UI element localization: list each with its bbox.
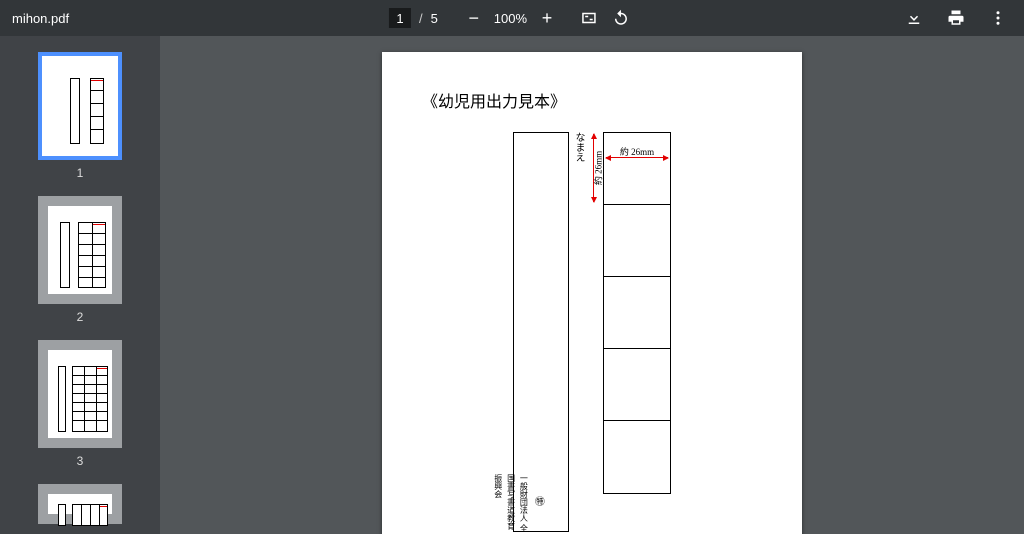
filename: mihon.pdf — [12, 11, 69, 26]
pdf-page: 《幼児用出力見本》 ㊕ 一般財団法人 全国書写書道教育振興会 なまえ — [382, 52, 802, 534]
thumbnail-sidebar[interactable]: 1 2 — [0, 36, 160, 534]
pdf-toolbar: mihon.pdf / 5 − 100% + — [0, 0, 1024, 36]
fit-page-button[interactable] — [575, 4, 603, 32]
zoom-out-button[interactable]: − — [460, 4, 488, 32]
print-icon — [947, 9, 965, 27]
thumbnail-label: 1 — [77, 166, 84, 180]
page-count: 5 — [431, 11, 438, 26]
name-label: なまえ — [571, 132, 586, 162]
page-viewport[interactable]: 《幼児用出力見本》 ㊕ 一般財団法人 全国書写書道教育振興会 なまえ — [160, 36, 1024, 534]
horizontal-dimension-arrow — [606, 157, 668, 158]
toolbar-center: / 5 − 100% + — [389, 0, 635, 36]
toolbar-right — [900, 4, 1012, 32]
document-title: 《幼児用出力見本》 — [422, 88, 762, 112]
page-separator: / — [419, 11, 423, 26]
thumbnail-1[interactable]: 1 — [38, 52, 122, 180]
download-button[interactable] — [900, 4, 928, 32]
fit-page-icon — [580, 9, 598, 27]
thumbnail-label: 2 — [77, 310, 84, 324]
thumbnail-3[interactable]: 3 — [38, 340, 122, 468]
rotate-icon — [612, 9, 630, 27]
zoom-level: 100% — [494, 11, 527, 26]
grid-cell — [604, 421, 670, 493]
grid-cell — [604, 277, 670, 349]
grid-cell: 約 26mm — [604, 133, 670, 205]
thumbnail-2[interactable]: 2 — [38, 196, 122, 324]
page-number-input[interactable] — [389, 8, 411, 28]
boxes-area: ㊕ 一般財団法人 全国書写書道教育振興会 なまえ 約 26mm — [382, 132, 802, 532]
name-column-box — [513, 132, 569, 532]
thumbnail-label: 3 — [77, 454, 84, 468]
grid-cell — [604, 205, 670, 277]
download-icon — [905, 9, 923, 27]
zoom-in-button[interactable]: + — [533, 4, 561, 32]
thumbnail-4[interactable] — [38, 484, 122, 524]
main-area: 1 2 — [0, 36, 1024, 534]
more-icon — [989, 9, 1007, 27]
grid-box: 約 26mm — [603, 132, 671, 494]
more-menu-button[interactable] — [984, 4, 1012, 32]
grid-cell — [604, 349, 670, 421]
rotate-button[interactable] — [607, 4, 635, 32]
print-button[interactable] — [942, 4, 970, 32]
